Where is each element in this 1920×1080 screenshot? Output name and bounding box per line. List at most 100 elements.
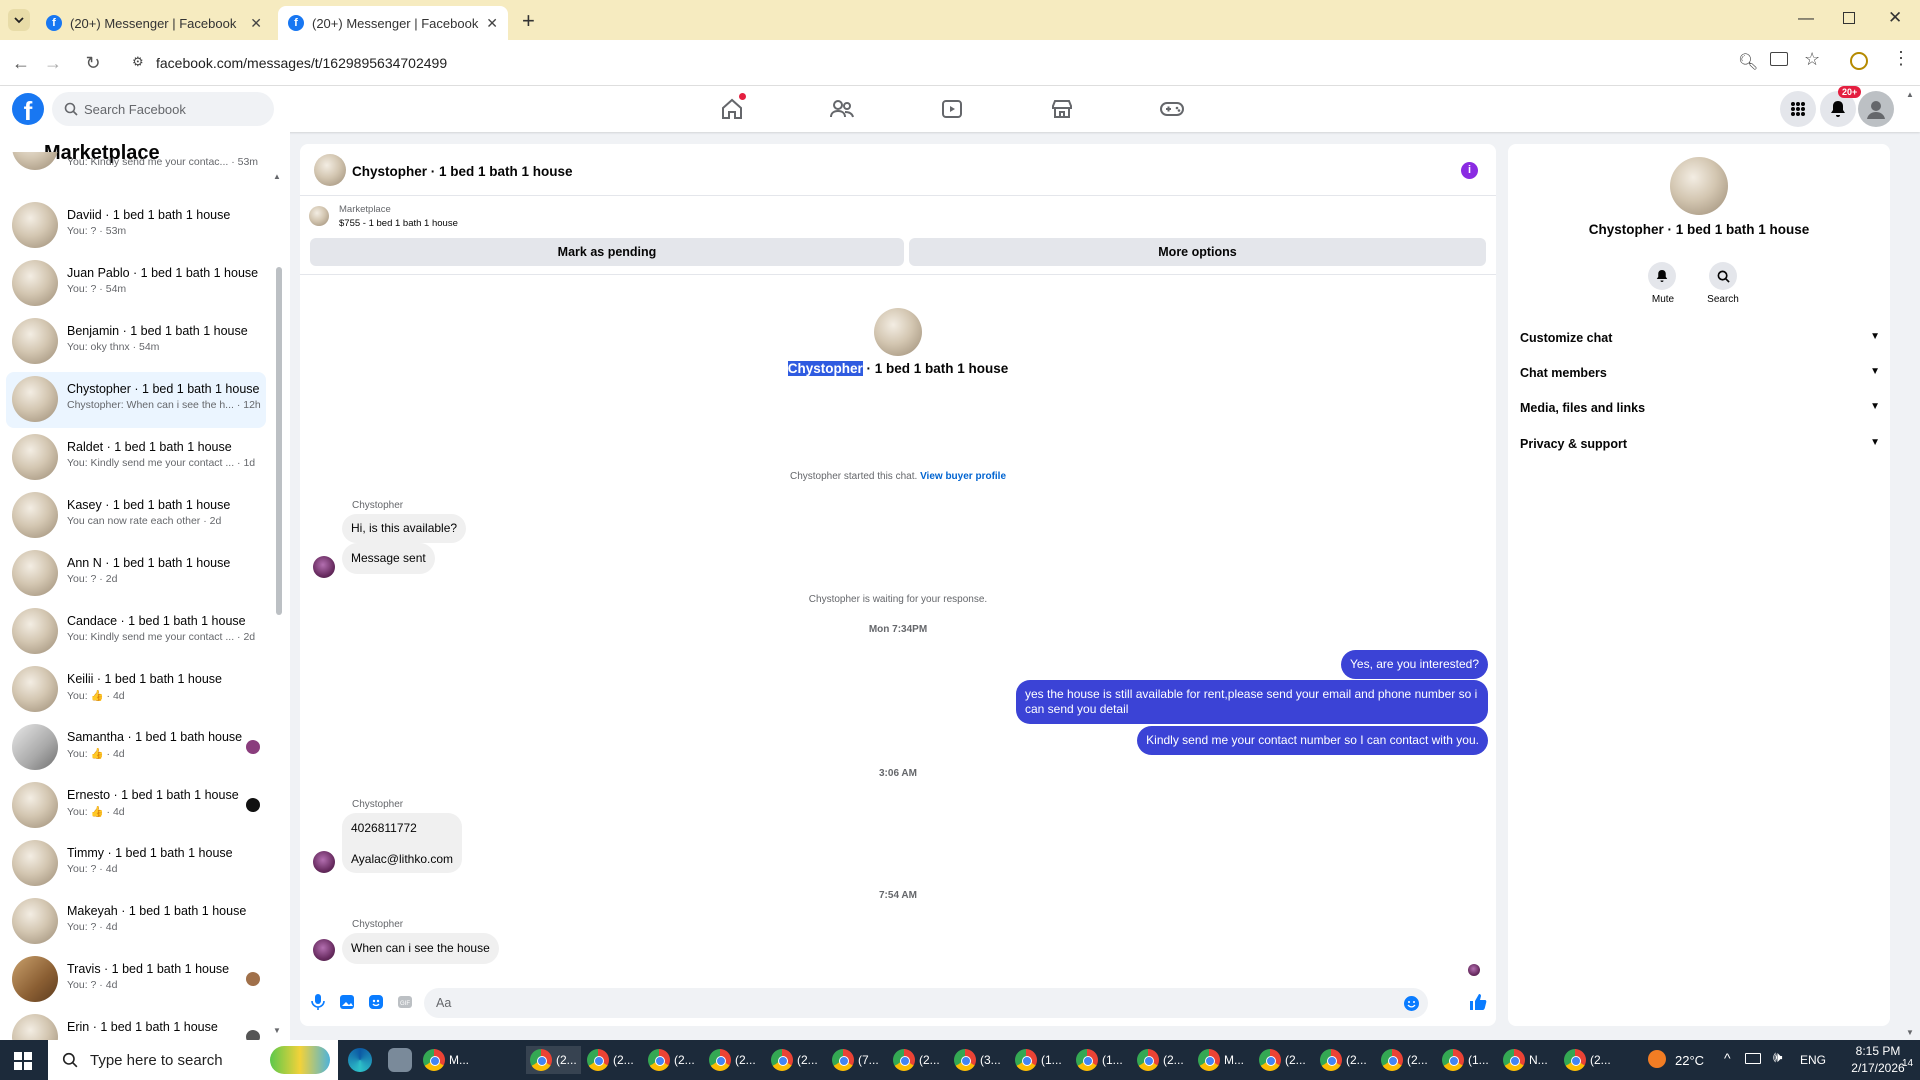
chat-title[interactable]: Chystopher · 1 bed 1 bath 1 house	[352, 164, 573, 179]
incoming-message[interactable]: When can i see the house	[342, 933, 499, 964]
conversation-info-icon[interactable]: i	[1461, 162, 1478, 179]
bookmark-star-icon[interactable]: ☆	[1804, 49, 1820, 70]
taskbar-app-button[interactable]: (2...	[648, 1046, 695, 1074]
close-tab-icon[interactable]: ✕	[250, 15, 262, 32]
conversation-item[interactable]: Ernesto · 1 bed 1 bath 1 house You: 👍 · …	[6, 778, 266, 834]
microphone-icon[interactable]	[310, 993, 326, 1011]
forward-button[interactable]: →	[40, 50, 66, 76]
taskbar-app-button[interactable]: (2...	[587, 1046, 634, 1074]
browser-tab[interactable]: f (20+) Messenger | Facebook ✕	[36, 6, 272, 40]
listing-line[interactable]: $755 - 1 bed 1 bath 1 house	[339, 218, 458, 229]
browser-menu-icon[interactable]: ⋮	[1892, 48, 1910, 69]
incoming-message[interactable]: 4026811772 Ayalac@lithko.com	[342, 813, 462, 873]
new-tab-button[interactable]: +	[522, 8, 535, 34]
app-icon[interactable]	[388, 1048, 412, 1072]
taskbar-search-box[interactable]: Type here to search	[48, 1040, 338, 1080]
address-bar[interactable]: ⚙ facebook.com/messages/t/16298956347024…	[124, 46, 1824, 80]
conversation-item[interactable]: Samantha · 1 bed 1 bath house You: 👍 · 4…	[6, 720, 266, 776]
zoom-icon[interactable]: 🔍︎	[1738, 52, 1758, 72]
taskbar-app-button[interactable]: M...	[1198, 1046, 1244, 1074]
conversation-item[interactable]: Timmy · 1 bed 1 bath 1 house You: ? · 4d	[6, 836, 266, 892]
taskbar-app-button[interactable]: (1...	[1015, 1046, 1062, 1074]
outgoing-message[interactable]: Yes, are you interested?	[1341, 650, 1488, 679]
taskbar-app-button[interactable]: (1...	[1076, 1046, 1123, 1074]
taskbar-app-button[interactable]: (2...	[1137, 1046, 1184, 1074]
conversation-item[interactable]: Kasey · 1 bed 1 bath 1 house You can now…	[6, 488, 266, 544]
conversation-item[interactable]: Erin · 1 bed 1 bath 1 house	[6, 1010, 266, 1040]
conversation-item[interactable]: You: Kindly send me your contac... · 53m	[6, 152, 266, 180]
mute-button[interactable]: Mute	[1648, 262, 1678, 305]
taskbar-app-button[interactable]: (7...	[832, 1046, 879, 1074]
taskbar-app-button[interactable]: N...	[1503, 1046, 1548, 1074]
taskbar-app-button[interactable]: (2...	[893, 1046, 940, 1074]
chat-members-section[interactable]: Chat members ▼	[1520, 366, 1880, 380]
marketplace-nav[interactable]	[1047, 94, 1077, 124]
taskbar-app-button[interactable]: (2...	[771, 1046, 818, 1074]
taskbar-app-button[interactable]: (2...	[709, 1046, 756, 1074]
minimize-button[interactable]: —	[1798, 10, 1814, 28]
site-settings-icon[interactable]: ⚙	[132, 54, 144, 70]
menu-button[interactable]	[1780, 91, 1816, 127]
edge-app-icon[interactable]	[348, 1048, 372, 1072]
media-files-links-section[interactable]: Media, files and links ▼	[1520, 401, 1880, 415]
browser-tab-active[interactable]: f (20+) Messenger | Facebook ✕	[278, 6, 508, 40]
close-window-button[interactable]: ✕	[1888, 8, 1902, 28]
tab-list-button[interactable]	[8, 9, 30, 31]
start-button[interactable]	[14, 1052, 32, 1075]
reload-button[interactable]: ↻	[80, 50, 106, 76]
tray-chevron-icon[interactable]: ^	[1724, 1050, 1731, 1066]
notification-count[interactable]: 14	[1902, 1058, 1913, 1069]
details-avatar[interactable]	[1670, 157, 1728, 215]
search-in-conversation-button[interactable]: Search	[1703, 262, 1743, 305]
page-scroll-up-icon[interactable]: ▲	[1906, 90, 1914, 99]
taskbar-app-button[interactable]: (2...	[1381, 1046, 1428, 1074]
taskbar-app-button[interactable]: (2...	[1320, 1046, 1367, 1074]
close-tab-icon[interactable]: ✕	[486, 15, 498, 32]
taskbar-app-button[interactable]: (2...	[1259, 1046, 1306, 1074]
view-buyer-profile-link[interactable]: View buyer profile	[920, 471, 1006, 482]
conversation-item[interactable]: Raldet · 1 bed 1 bath 1 house You: Kindl…	[6, 430, 266, 486]
message-input[interactable]: Aa	[424, 988, 1428, 1018]
weather-icon[interactable]	[1648, 1050, 1666, 1068]
customize-chat-section[interactable]: Customize chat ▼	[1520, 331, 1880, 345]
outgoing-message[interactable]: Kindly send me your contact number so I …	[1137, 726, 1488, 755]
restore-button[interactable]	[1843, 12, 1855, 24]
scroll-down-icon[interactable]: ▼	[273, 1026, 281, 1035]
conversation-item[interactable]: Ann N · 1 bed 1 bath 1 house You: ? · 2d	[6, 546, 266, 602]
conversation-item[interactable]: Benjamin · 1 bed 1 bath 1 house You: oky…	[6, 314, 266, 370]
conversation-item[interactable]: Keilii · 1 bed 1 bath 1 house You: 👍 · 4…	[6, 662, 266, 718]
sender-avatar[interactable]	[313, 939, 335, 961]
language-indicator[interactable]: ENG	[1800, 1053, 1826, 1067]
taskbar-app-button[interactable]: M...	[423, 1046, 469, 1074]
taskbar-app-button[interactable]: (2...	[526, 1046, 581, 1074]
notifications-button[interactable]: 20+	[1820, 86, 1862, 127]
scroll-up-icon[interactable]: ▲	[273, 172, 281, 181]
page-scroll-down-icon[interactable]: ▼	[1906, 1028, 1914, 1037]
gif-icon[interactable]: GIF	[397, 994, 413, 1010]
friends-nav[interactable]	[827, 94, 857, 124]
install-app-icon[interactable]	[1770, 52, 1788, 66]
taskbar-app-button[interactable]: (1...	[1442, 1046, 1489, 1074]
privacy-support-section[interactable]: Privacy & support ▼	[1520, 437, 1880, 451]
more-options-button[interactable]: More options	[909, 238, 1486, 266]
sender-avatar[interactable]	[313, 556, 335, 578]
facebook-logo[interactable]: f	[12, 93, 44, 126]
conversation-item[interactable]: Makeyah · 1 bed 1 bath 1 house You: ? · …	[6, 894, 266, 950]
emoji-icon[interactable]	[1403, 995, 1420, 1012]
temperature[interactable]: 22°C	[1675, 1053, 1704, 1068]
account-button[interactable]	[1858, 91, 1894, 127]
profile-icon[interactable]	[1850, 52, 1868, 70]
sender-avatar[interactable]	[313, 851, 335, 873]
taskbar-app-button[interactable]: (2...	[1564, 1046, 1611, 1074]
home-nav[interactable]	[717, 93, 747, 124]
conversation-item[interactable]: Travis · 1 bed 1 bath 1 house You: ? · 4…	[6, 952, 266, 1008]
network-icon[interactable]	[1745, 1053, 1761, 1064]
video-nav[interactable]	[937, 94, 967, 124]
listing-thumbnail[interactable]	[309, 206, 329, 226]
intro-avatar[interactable]	[874, 308, 922, 356]
gaming-nav[interactable]	[1157, 94, 1187, 124]
sticker-icon[interactable]	[368, 994, 384, 1010]
back-button[interactable]: ←	[8, 50, 34, 76]
search-facebook-input[interactable]: Search Facebook	[52, 92, 274, 126]
outgoing-message[interactable]: yes the house is still available for ren…	[1016, 680, 1488, 724]
